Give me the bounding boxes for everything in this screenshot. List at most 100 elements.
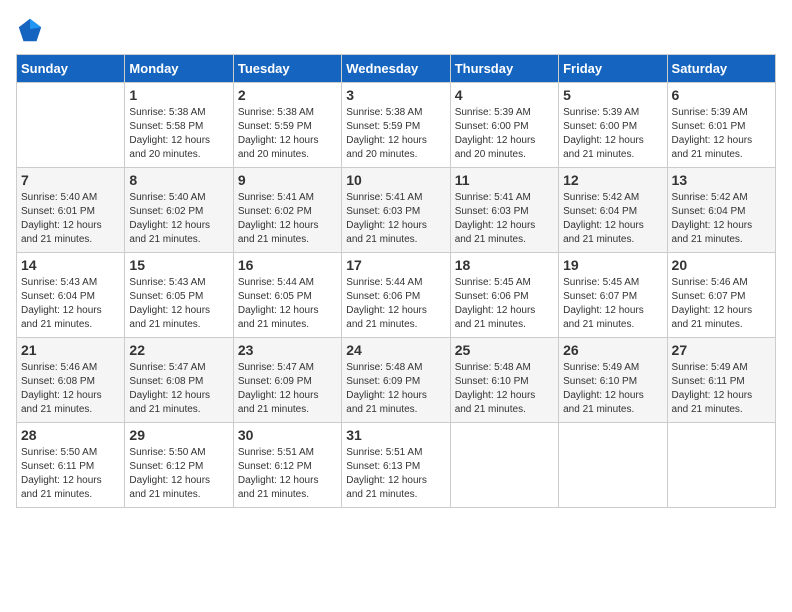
day-number: 31 [346,427,445,443]
day-cell: 5 Sunrise: 5:39 AM Sunset: 6:00 PM Daylig… [559,83,667,168]
day-cell: 17 Sunrise: 5:44 AM Sunset: 6:06 PM Dayli… [342,253,450,338]
day-number: 21 [21,342,120,358]
day-info: Sunrise: 5:39 AM Sunset: 6:01 PM Dayligh… [672,106,771,162]
day-number: 23 [238,342,337,358]
day-info: Sunrise: 5:50 AM Sunset: 6:12 PM Dayligh… [129,446,228,502]
day-cell: 9 Sunrise: 5:41 AM Sunset: 6:02 PM Daylig… [233,168,341,253]
day-info: Sunrise: 5:40 AM Sunset: 6:02 PM Dayligh… [129,191,228,247]
day-number: 4 [455,87,554,103]
day-info: Sunrise: 5:40 AM Sunset: 6:01 PM Dayligh… [21,191,120,247]
day-cell: 7 Sunrise: 5:40 AM Sunset: 6:01 PM Daylig… [17,168,125,253]
day-cell: 19Sunrise: 5:45 AM Sunset: 6:07 PM Dayli… [559,253,667,338]
header-cell-saturday: Saturday [667,55,775,83]
day-number: 13 [672,172,771,188]
day-cell: 22Sunrise: 5:47 AM Sunset: 6:08 PM Dayli… [125,338,233,423]
day-cell: 26Sunrise: 5:49 AM Sunset: 6:10 PM Dayli… [559,338,667,423]
header-cell-sunday: Sunday [17,55,125,83]
header-row: SundayMondayTuesdayWednesdayThursdayFrid… [17,55,776,83]
day-cell [667,423,775,508]
day-info: Sunrise: 5:41 AM Sunset: 6:02 PM Dayligh… [238,191,337,247]
day-info: Sunrise: 5:51 AM Sunset: 6:12 PM Dayligh… [238,446,337,502]
day-number: 6 [672,87,771,103]
week-row-5: 28 Sunrise: 5:50 AM Sunset: 6:11 PM Dayli… [17,423,776,508]
day-number: 10 [346,172,445,188]
day-info: Sunrise: 5:45 AM Sunset: 6:06 PM Dayligh… [455,276,554,332]
day-cell: 30 Sunrise: 5:51 AM Sunset: 6:12 PM Dayli… [233,423,341,508]
header-cell-monday: Monday [125,55,233,83]
day-info: Sunrise: 5:46 AM Sunset: 6:07 PM Dayligh… [672,276,771,332]
day-info: Sunrise: 5:43 AM Sunset: 6:04 PM Dayligh… [21,276,120,332]
day-info: Sunrise: 5:42 AM Sunset: 6:04 PM Dayligh… [672,191,771,247]
day-number: 30 [238,427,337,443]
logo [16,16,46,44]
day-cell: 4Sunrise: 5:39 AM Sunset: 6:00 PM Daylig… [450,83,558,168]
day-cell: 11 Sunrise: 5:41 AM Sunset: 6:03 PM Dayli… [450,168,558,253]
day-number: 27 [672,342,771,358]
day-cell: 23 Sunrise: 5:47 AM Sunset: 6:09 PM Dayli… [233,338,341,423]
day-info: Sunrise: 5:41 AM Sunset: 6:03 PM Dayligh… [346,191,445,247]
day-info: Sunrise: 5:41 AM Sunset: 6:03 PM Dayligh… [455,191,554,247]
day-number: 18 [455,257,554,273]
day-info: Sunrise: 5:48 AM Sunset: 6:09 PM Dayligh… [346,361,445,417]
day-cell: 29Sunrise: 5:50 AM Sunset: 6:12 PM Dayli… [125,423,233,508]
day-number: 17 [346,257,445,273]
day-number: 12 [563,172,662,188]
day-info: Sunrise: 5:48 AM Sunset: 6:10 PM Dayligh… [455,361,554,417]
day-info: Sunrise: 5:38 AM Sunset: 5:59 PM Dayligh… [238,106,337,162]
day-number: 7 [21,172,120,188]
day-cell: 13 Sunrise: 5:42 AM Sunset: 6:04 PM Dayli… [667,168,775,253]
day-info: Sunrise: 5:39 AM Sunset: 6:00 PM Dayligh… [563,106,662,162]
day-number: 22 [129,342,228,358]
week-row-2: 7 Sunrise: 5:40 AM Sunset: 6:01 PM Daylig… [17,168,776,253]
week-row-3: 14 Sunrise: 5:43 AM Sunset: 6:04 PM Dayli… [17,253,776,338]
day-cell: 14 Sunrise: 5:43 AM Sunset: 6:04 PM Dayli… [17,253,125,338]
day-number: 8 [129,172,228,188]
header-cell-thursday: Thursday [450,55,558,83]
calendar-table: SundayMondayTuesdayWednesdayThursdayFrid… [16,54,776,508]
day-info: Sunrise: 5:51 AM Sunset: 6:13 PM Dayligh… [346,446,445,502]
calendar-body: 1 Sunrise: 5:38 AM Sunset: 5:58 PM Daylig… [17,83,776,508]
day-cell: 20 Sunrise: 5:46 AM Sunset: 6:07 PM Dayli… [667,253,775,338]
day-number: 25 [455,342,554,358]
day-cell [559,423,667,508]
day-cell: 27 Sunrise: 5:49 AM Sunset: 6:11 PM Dayli… [667,338,775,423]
day-cell: 3 Sunrise: 5:38 AM Sunset: 5:59 PM Daylig… [342,83,450,168]
day-info: Sunrise: 5:49 AM Sunset: 6:11 PM Dayligh… [672,361,771,417]
day-info: Sunrise: 5:49 AM Sunset: 6:10 PM Dayligh… [563,361,662,417]
logo-icon [16,16,44,44]
day-info: Sunrise: 5:46 AM Sunset: 6:08 PM Dayligh… [21,361,120,417]
day-cell: 28 Sunrise: 5:50 AM Sunset: 6:11 PM Dayli… [17,423,125,508]
day-cell: 15Sunrise: 5:43 AM Sunset: 6:05 PM Dayli… [125,253,233,338]
day-cell [450,423,558,508]
day-cell: 10 Sunrise: 5:41 AM Sunset: 6:03 PM Dayli… [342,168,450,253]
day-number: 2 [238,87,337,103]
day-number: 5 [563,87,662,103]
day-number: 28 [21,427,120,443]
day-info: Sunrise: 5:50 AM Sunset: 6:11 PM Dayligh… [21,446,120,502]
day-cell: 1 Sunrise: 5:38 AM Sunset: 5:58 PM Daylig… [125,83,233,168]
day-cell [17,83,125,168]
day-number: 24 [346,342,445,358]
day-number: 16 [238,257,337,273]
day-info: Sunrise: 5:47 AM Sunset: 6:09 PM Dayligh… [238,361,337,417]
day-cell: 12Sunrise: 5:42 AM Sunset: 6:04 PM Dayli… [559,168,667,253]
day-info: Sunrise: 5:45 AM Sunset: 6:07 PM Dayligh… [563,276,662,332]
day-number: 9 [238,172,337,188]
calendar-header: SundayMondayTuesdayWednesdayThursdayFrid… [17,55,776,83]
day-cell: 25 Sunrise: 5:48 AM Sunset: 6:10 PM Dayli… [450,338,558,423]
day-number: 1 [129,87,228,103]
day-number: 20 [672,257,771,273]
day-number: 3 [346,87,445,103]
week-row-4: 21 Sunrise: 5:46 AM Sunset: 6:08 PM Dayli… [17,338,776,423]
day-cell: 6 Sunrise: 5:39 AM Sunset: 6:01 PM Daylig… [667,83,775,168]
day-number: 11 [455,172,554,188]
day-number: 14 [21,257,120,273]
day-info: Sunrise: 5:43 AM Sunset: 6:05 PM Dayligh… [129,276,228,332]
day-cell: 24 Sunrise: 5:48 AM Sunset: 6:09 PM Dayli… [342,338,450,423]
day-info: Sunrise: 5:38 AM Sunset: 5:59 PM Dayligh… [346,106,445,162]
day-cell: 16Sunrise: 5:44 AM Sunset: 6:05 PM Dayli… [233,253,341,338]
day-cell: 31 Sunrise: 5:51 AM Sunset: 6:13 PM Dayli… [342,423,450,508]
day-info: Sunrise: 5:38 AM Sunset: 5:58 PM Dayligh… [129,106,228,162]
day-info: Sunrise: 5:44 AM Sunset: 6:06 PM Dayligh… [346,276,445,332]
header-cell-friday: Friday [559,55,667,83]
